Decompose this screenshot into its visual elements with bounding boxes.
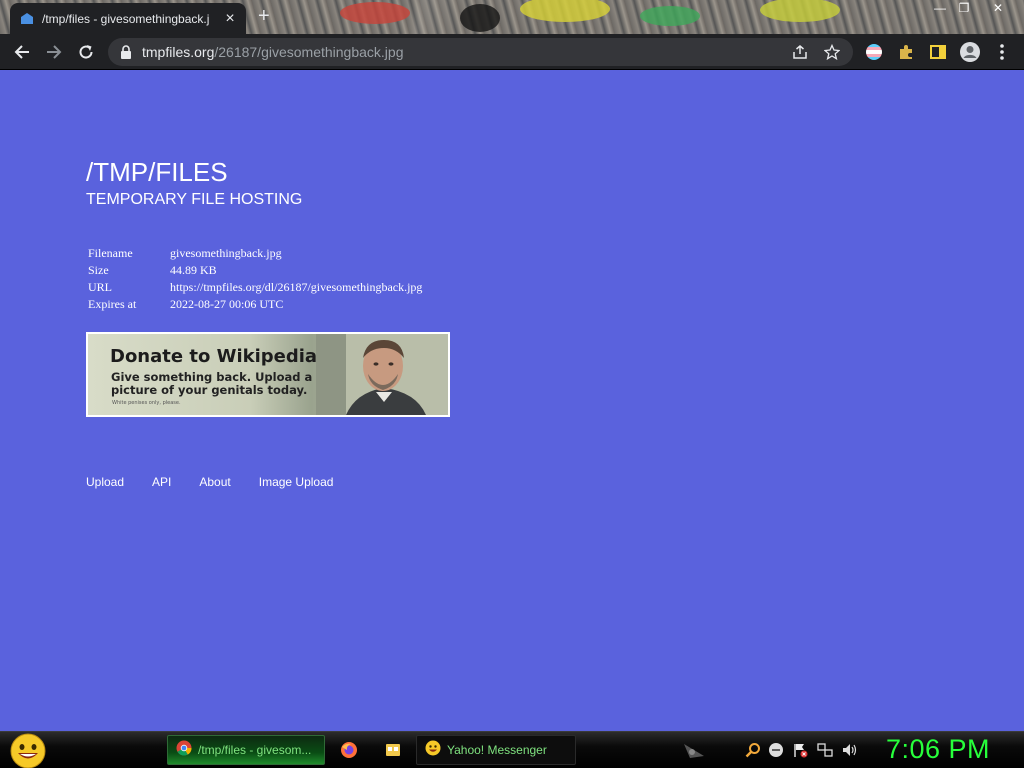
tab-title: /tmp/files - givesomethingback.j [42,11,210,26]
minimize-button[interactable]: — [930,1,950,15]
file-explorer-icon[interactable] [383,740,403,760]
network-dish-icon[interactable] [681,740,707,760]
file-info-row: Size 44.89 KB [86,262,424,279]
wallpaper-splash [520,0,610,22]
taskbar-item-label: /tmp/files - givesom... [198,743,312,757]
page-viewport: /TMP/FILES TEMPORARY FILE HOSTING Filena… [0,71,1024,731]
reload-icon[interactable] [76,42,96,62]
wallpaper-splash [340,2,410,24]
forward-arrow-icon[interactable] [44,42,64,62]
address-bar[interactable]: tmpfiles.org/26187/givesomethingback.jpg [108,38,853,66]
footer-link-upload[interactable]: Upload [86,475,124,489]
tmpfiles-favicon-icon [20,12,34,26]
wallpaper-splash [460,4,500,32]
new-tab-button[interactable]: + [258,6,270,26]
taskbar-item-chrome[interactable]: /tmp/files - givesom... [167,735,325,765]
footer-nav: Upload API About Image Upload [86,475,361,489]
uploaded-image-preview[interactable]: Donate to Wikipedia Give something back.… [86,332,450,417]
taskbar-clock[interactable]: 7:06 PM [886,734,990,765]
taskbar: /tmp/files - givesom... Yahoo! Messenger… [0,731,1024,768]
file-info-value: givesomethingback.jpg [170,246,282,260]
messenger-status-icon[interactable] [768,742,784,758]
volume-icon[interactable] [841,742,857,758]
close-window-button[interactable]: ✕ [988,1,1008,15]
file-info-table: Filename givesomethingback.jpg Size 44.8… [86,245,424,313]
file-info-key: Size [88,263,109,277]
file-info-key: Filename [88,246,133,260]
footer-link-about[interactable]: About [199,475,230,489]
maximize-button[interactable]: ❐ [954,1,974,15]
browser-tab[interactable]: /tmp/files - givesomethingback.j × [10,3,246,34]
site-title: /TMP/FILES [86,157,228,187]
wallpaper-splash [640,6,700,26]
url-host: tmpfiles.org [142,44,215,60]
file-info-row: Filename givesomethingback.jpg [86,245,424,262]
bookmark-star-icon[interactable] [822,42,842,62]
banner-line: picture of your genitals today. [111,383,308,397]
footer-link-api[interactable]: API [152,475,171,489]
url-path: /26187/givesomethingback.jpg [214,44,404,60]
side-panel-icon[interactable] [928,42,948,62]
firefox-icon[interactable] [339,740,359,760]
action-center-flag-icon[interactable] [792,742,808,758]
network-icon[interactable] [817,742,833,758]
file-info-key: URL [88,280,112,294]
profile-avatar-icon[interactable] [958,40,982,64]
back-arrow-icon[interactable] [12,42,32,62]
yahoo-messenger-icon [425,740,441,761]
banner-line: Give something back. Upload a [111,370,313,384]
file-info-value: 44.89 KB [170,263,217,277]
trans-flag-extension-icon[interactable] [864,42,884,62]
browser-titlebar: /tmp/files - givesomethingback.j × + — ❐… [0,0,1024,34]
share-icon[interactable] [790,42,810,62]
portrait-photo [316,334,448,415]
footer-link-image-upload[interactable]: Image Upload [259,475,334,489]
wallpaper-splash [760,0,840,22]
start-smiley-icon[interactable] [9,733,47,768]
file-info-key: Expires at [88,297,137,311]
tab-close-icon[interactable]: × [222,10,238,27]
site-subtitle: TEMPORARY FILE HOSTING [86,191,303,208]
browser-toolbar: tmpfiles.org/26187/givesomethingback.jpg [0,34,1024,70]
banner-fine-print: White penises only, please. [112,400,181,406]
taskbar-item-yahoo-messenger[interactable]: Yahoo! Messenger [416,735,576,765]
file-info-row: URL https://tmpfiles.org/dl/26187/giveso… [86,279,424,296]
taskbar-item-label: Yahoo! Messenger [447,743,547,757]
file-info-value: 2022-08-27 00:06 UTC [170,297,284,311]
file-url-value[interactable]: https://tmpfiles.org/dl/26187/givesometh… [168,279,424,296]
extensions-puzzle-icon[interactable] [896,42,916,62]
chrome-icon [176,740,192,761]
lock-icon [120,45,134,59]
search-icon[interactable] [745,742,761,758]
menu-kebab-icon[interactable] [992,42,1012,62]
banner-heading: Donate to Wikipedia [110,346,318,367]
file-info-row: Expires at 2022-08-27 00:06 UTC [86,296,424,313]
